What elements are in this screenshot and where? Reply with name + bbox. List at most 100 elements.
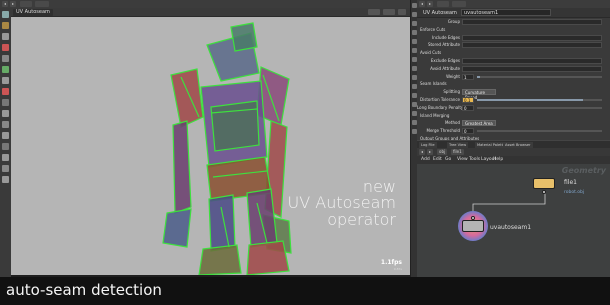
pose-tool-icon[interactable]: [2, 66, 9, 73]
viewport-display-strip: [410, 0, 417, 277]
right-foot-shape: [246, 240, 290, 275]
network-menu-item[interactable]: Edit: [433, 157, 442, 162]
param-number[interactable]: 0: [462, 128, 474, 135]
param-tab-bar: ◂ ▸: [417, 0, 610, 8]
param-back-icon[interactable]: ◂: [419, 1, 426, 7]
node-wire: [472, 191, 546, 218]
net-back-icon[interactable]: ◂: [419, 149, 426, 155]
param-field[interactable]: [462, 34, 602, 41]
network-menu-item[interactable]: Tools: [469, 157, 480, 162]
param-header: UV Autoseam uvautoseam1: [417, 8, 610, 18]
param-label: Long Boundary Penalty: [417, 104, 464, 110]
display-menu-button[interactable]: [383, 9, 395, 15]
network-canvas[interactable]: Geometry file1 robot.obj uvautoseam1: [417, 164, 610, 277]
left-shoulder-shape: [170, 68, 204, 128]
uvautoseam-node-input[interactable]: [471, 216, 475, 220]
param-label: Stored Attribute: [427, 42, 460, 48]
chest-plate-shape: [210, 100, 260, 152]
network-menu-item[interactable]: Go: [445, 157, 451, 162]
net-forward-icon[interactable]: ▸: [427, 149, 434, 155]
file-path-chip[interactable]: [35, 1, 49, 7]
node-type-label: UV Autoseam: [423, 10, 457, 16]
param-number[interactable]: 1: [462, 73, 474, 80]
file-node-sublabel: robot.obj: [564, 190, 585, 195]
view-tool-icon[interactable]: [2, 77, 9, 84]
param-row: Avoid Attribute: [417, 65, 610, 73]
obj-path-chip[interactable]: [20, 1, 32, 7]
network-menu-item[interactable]: Add: [421, 157, 430, 162]
param-row: Island Merging: [417, 112, 610, 120]
scale-tool-icon[interactable]: [2, 44, 9, 51]
view-options-button[interactable]: [398, 9, 406, 15]
file-node-label: file1: [564, 179, 577, 186]
left-hand-shape: [162, 208, 192, 248]
param-row: Group: [417, 18, 610, 26]
param-row: SplittingCurvature Based: [417, 88, 610, 100]
param-dropdown[interactable]: Greatest Area: [462, 120, 496, 127]
param-number[interactable]: 0: [462, 104, 474, 111]
left-foot-shape: [198, 244, 242, 275]
net-path-obj[interactable]: obj: [437, 149, 448, 155]
param-field[interactable]: [462, 57, 602, 64]
robot-mesh-graphic: [162, 22, 292, 275]
param-label: Exclude Edges: [430, 57, 460, 63]
param-label: Avoid Cuts: [420, 50, 442, 56]
param-field[interactable]: [462, 65, 602, 72]
head-top-shape: [230, 22, 258, 52]
param-number[interactable]: 0.1: [462, 96, 474, 103]
param-field[interactable]: [462, 19, 602, 25]
param-label: Method: [444, 120, 460, 126]
fps-readout: 1.1fps: [380, 259, 402, 266]
param-row: Exclude Edges: [417, 57, 610, 65]
back-icon[interactable]: ◂: [2, 1, 9, 7]
param-slider[interactable]: [477, 106, 602, 109]
node-name-field[interactable]: uvautoseam1: [461, 9, 551, 16]
network-menu-item[interactable]: View: [457, 157, 468, 162]
select-tool-icon[interactable]: [2, 11, 9, 18]
param-label: Distortion Tolerance: [420, 96, 460, 102]
camera-menu-button[interactable]: [368, 9, 380, 15]
grid-tool-icon[interactable]: [2, 154, 9, 161]
param-slider[interactable]: [477, 75, 602, 78]
uvautoseam-node-label: uvautoseam1: [490, 224, 532, 231]
param-row: Merge Threshold 0: [417, 127, 610, 135]
display-tool-icon[interactable]: [2, 165, 9, 172]
param-dropdown[interactable]: Curvature Based: [462, 89, 496, 100]
network-menu-item[interactable]: Help: [493, 157, 503, 162]
param-field[interactable]: [462, 42, 602, 49]
rotate-tool-icon[interactable]: [2, 33, 9, 40]
param-label: Island Merging: [420, 112, 450, 118]
right-thigh-shape: [246, 188, 278, 248]
uvautoseam-node[interactable]: [462, 220, 484, 232]
param-slider[interactable]: [477, 98, 602, 101]
param-forward-icon[interactable]: ▸: [427, 1, 434, 7]
light-tool-icon[interactable]: [2, 143, 9, 150]
viewport-tab-bar: ◂ ▸: [0, 0, 410, 8]
brush-tool-icon[interactable]: [2, 99, 9, 106]
snap-tool-icon[interactable]: [2, 88, 9, 95]
caption-text: auto-seam detection: [6, 281, 162, 299]
param-row: Long Boundary Penalty 0: [417, 104, 610, 112]
frame-time-readout: 0.87s: [393, 267, 402, 271]
param-slider[interactable]: [477, 130, 602, 133]
handle-tool-icon[interactable]: [2, 55, 9, 62]
param-file-chip[interactable]: [452, 1, 466, 7]
render-tool-icon[interactable]: [2, 121, 9, 128]
network-tab-bar: Log File Tree View Material Palette Asset B…: [417, 140, 610, 148]
file-node-output[interactable]: [542, 190, 546, 194]
param-row: Distortion Tolerance 0.1: [417, 96, 610, 104]
file-node[interactable]: [533, 178, 555, 189]
param-obj-chip[interactable]: [437, 1, 449, 7]
measure-tool-icon[interactable]: [2, 110, 9, 117]
left-arm-shape: [172, 120, 192, 214]
camera-tool-icon[interactable]: [2, 132, 9, 139]
param-label: Merge Threshold: [426, 128, 460, 134]
wire-tool-icon[interactable]: [2, 176, 9, 183]
move-tool-icon[interactable]: [2, 22, 9, 29]
net-path-file[interactable]: file1: [451, 149, 464, 155]
viewport-title: UV Autoseam: [13, 9, 53, 16]
param-row: Method Greatest Area: [417, 119, 610, 127]
scene-viewport[interactable]: new UV Autoseam operator 1.1fps 0.87s: [11, 17, 410, 275]
viewport-title-bar: UV Autoseam: [11, 8, 410, 17]
forward-icon[interactable]: ▸: [10, 1, 17, 7]
